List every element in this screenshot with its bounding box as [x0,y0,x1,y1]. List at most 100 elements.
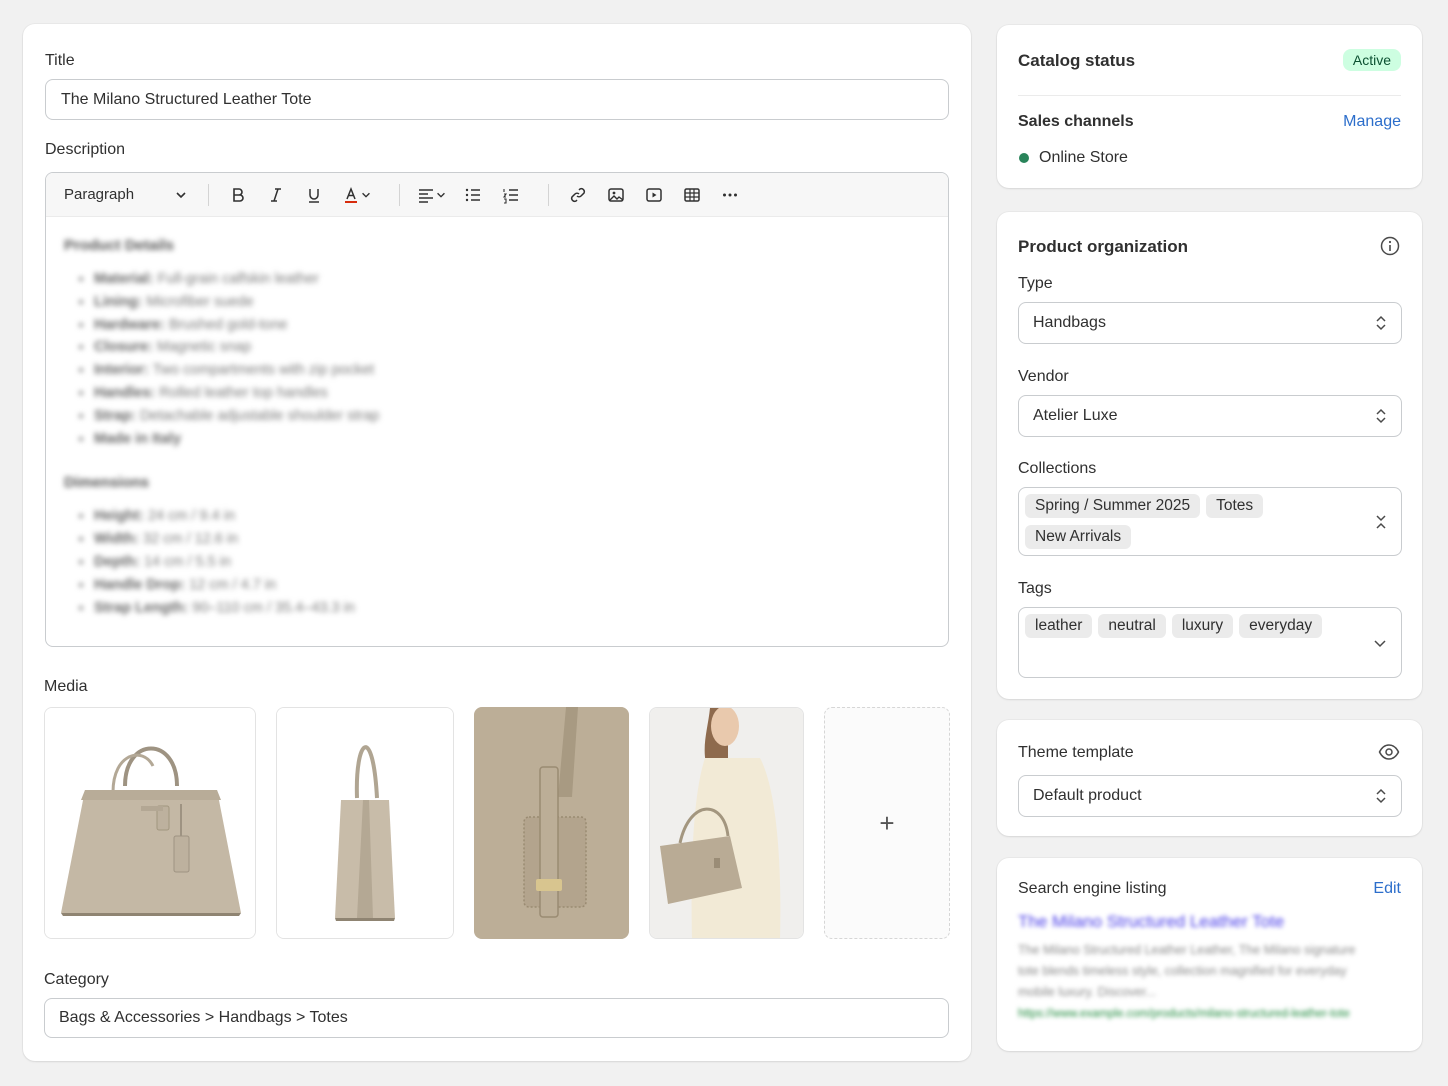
more-horizontal-icon [723,193,737,196]
description-list-item: Material: Full-grain calfskin leather [94,268,930,291]
search-engine-listing-title: Search engine listing [1018,880,1167,897]
bold-button[interactable] [223,180,253,210]
channel-name: Online Store [1039,149,1128,166]
numbered-list-icon [502,188,518,204]
tag-chip[interactable]: leather [1025,614,1093,638]
description-item-key: Strap Length: [94,599,189,616]
description-content[interactable]: Product Details Material: Full-grain cal… [46,217,948,646]
paragraph-format-select[interactable]: Paragraph [64,186,194,203]
seo-description-preview: The Milano Structured Leather Leather, T… [1018,943,1356,999]
description-item-key: Handles: [94,384,156,401]
description-item-key: Height: [94,508,144,525]
description-item-value: 90–110 cm / 35.4–43.3 in [192,599,355,616]
title-input[interactable]: The Milano Structured Leather Tote [45,79,949,120]
tag-chip[interactable]: everyday [1239,614,1323,638]
description-list-item: Handles: Rolled leather top handles [94,382,930,405]
media-item[interactable] [649,707,804,939]
insert-table-button[interactable] [677,180,707,210]
bullet-list-button[interactable] [458,180,488,210]
description-item-key: Hardware: [94,316,165,333]
image-icon [608,187,624,202]
description-item-key: Material: [94,271,154,287]
media-item[interactable] [474,707,629,939]
more-options-button[interactable] [715,180,745,210]
status-badge: Active [1342,49,1401,71]
theme-template-card: Theme template Default product [997,720,1422,836]
collection-chip[interactable]: Totes [1206,494,1264,518]
description-item-key: Interior: [94,362,149,379]
align-left-icon [419,188,433,203]
text-color-button[interactable] [337,180,377,210]
add-media-button[interactable]: + [824,707,950,939]
type-select[interactable]: Handbags [1018,302,1402,344]
media-label: Media [44,678,88,695]
description-item-value: Two compartments with zip pocket [152,362,375,379]
tags-label: Tags [1018,580,1052,597]
dimensions-list: Height: 24 cm / 9.4 inWidth: 32 cm / 12.… [64,505,930,619]
vendor-select-value: Atelier Luxe [1033,407,1118,424]
collections-combobox[interactable]: Spring / Summer 2025 Totes New Arrivals [1018,487,1402,556]
category-label: Category [44,971,109,988]
media-item[interactable] [276,707,454,939]
vendor-select[interactable]: Atelier Luxe [1018,395,1402,437]
table-icon [684,187,700,202]
tote-front-image [45,708,255,938]
product-details-list: Material: Full-grain calfskin leatherLin… [64,268,930,450]
insert-link-button[interactable] [563,180,593,210]
tag-chip[interactable]: neutral [1098,614,1166,638]
numbered-list-button[interactable] [496,180,526,210]
bullet-list-icon [465,188,480,201]
align-button[interactable] [414,180,450,210]
description-item-value: Full-grain calfskin leather [157,271,319,287]
chevron-down-icon [437,192,445,198]
description-item-value: 24 cm / 9.4 in [147,508,236,525]
description-item-value: Detachable adjustable shoulder strap [139,407,380,424]
insert-video-button[interactable] [639,180,669,210]
underline-button[interactable] [299,180,329,210]
info-icon[interactable] [1380,236,1400,256]
description-item-value: Brushed gold-tone [168,316,288,333]
sales-channels-label: Sales channels [1018,113,1134,130]
underline-icon [309,188,319,203]
description-item-value: 32 cm / 12.6 in [143,531,239,548]
edit-seo-link[interactable]: Edit [1373,880,1401,898]
description-list-item: Strap: Detachable adjustable shoulder st… [94,405,930,428]
description-item-value: Rolled leather top handles [159,384,328,401]
description-list-item: Depth: 14 cm / 5.5 in [94,551,930,574]
channel-status-dot [1019,153,1029,163]
manage-channels-link[interactable]: Manage [1343,113,1401,131]
chevron-down-icon [362,192,370,198]
tote-detail-image [474,707,629,939]
description-item-key: Handle Drop: [94,576,186,593]
add-media-label: + [879,807,895,838]
collection-chip[interactable]: New Arrivals [1025,525,1132,549]
toolbar-divider [548,183,549,206]
toolbar-divider [208,183,209,206]
collection-chip[interactable]: Spring / Summer 2025 [1025,494,1201,518]
tags-combobox[interactable]: leather neutral luxury everyday [1018,607,1402,678]
paragraph-format-value: Paragraph [64,186,135,203]
product-details-card: Title The Milano Structured Leather Tote… [23,24,971,1061]
italic-icon [271,187,281,202]
description-editor[interactable]: Paragraph Product Details • Material: Fu… [45,172,949,647]
media-item[interactable] [44,707,256,939]
description-item-key: Depth: [94,553,140,570]
description-list-item: Height: 24 cm / 9.4 in [94,505,930,528]
description-item-value: 14 cm / 5.5 in [143,553,231,570]
insert-image-button[interactable] [601,180,631,210]
select-arrows-icon [1376,788,1386,804]
tag-chip[interactable]: luxury [1171,614,1234,638]
description-list-item: Handle Drop: 12 cm / 4.7 in [94,574,930,597]
description-item-key: Closure: [94,339,153,356]
title-input-value: The Milano Structured Leather Tote [61,90,312,108]
chevron-down-icon [176,191,186,198]
category-input[interactable]: Bags & Accessories > Handbags > Totes [44,998,949,1038]
theme-template-select[interactable]: Default product [1018,775,1402,817]
toolbar-divider [399,183,400,206]
description-heading: Product Details [64,237,175,254]
bold-icon [233,187,244,202]
eye-icon[interactable] [1378,742,1400,762]
description-list-item: Hardware: Brushed gold-tone [94,314,930,337]
italic-button[interactable] [261,180,291,210]
seo-title-preview: The Milano Structured Leather Tote [1018,912,1285,931]
